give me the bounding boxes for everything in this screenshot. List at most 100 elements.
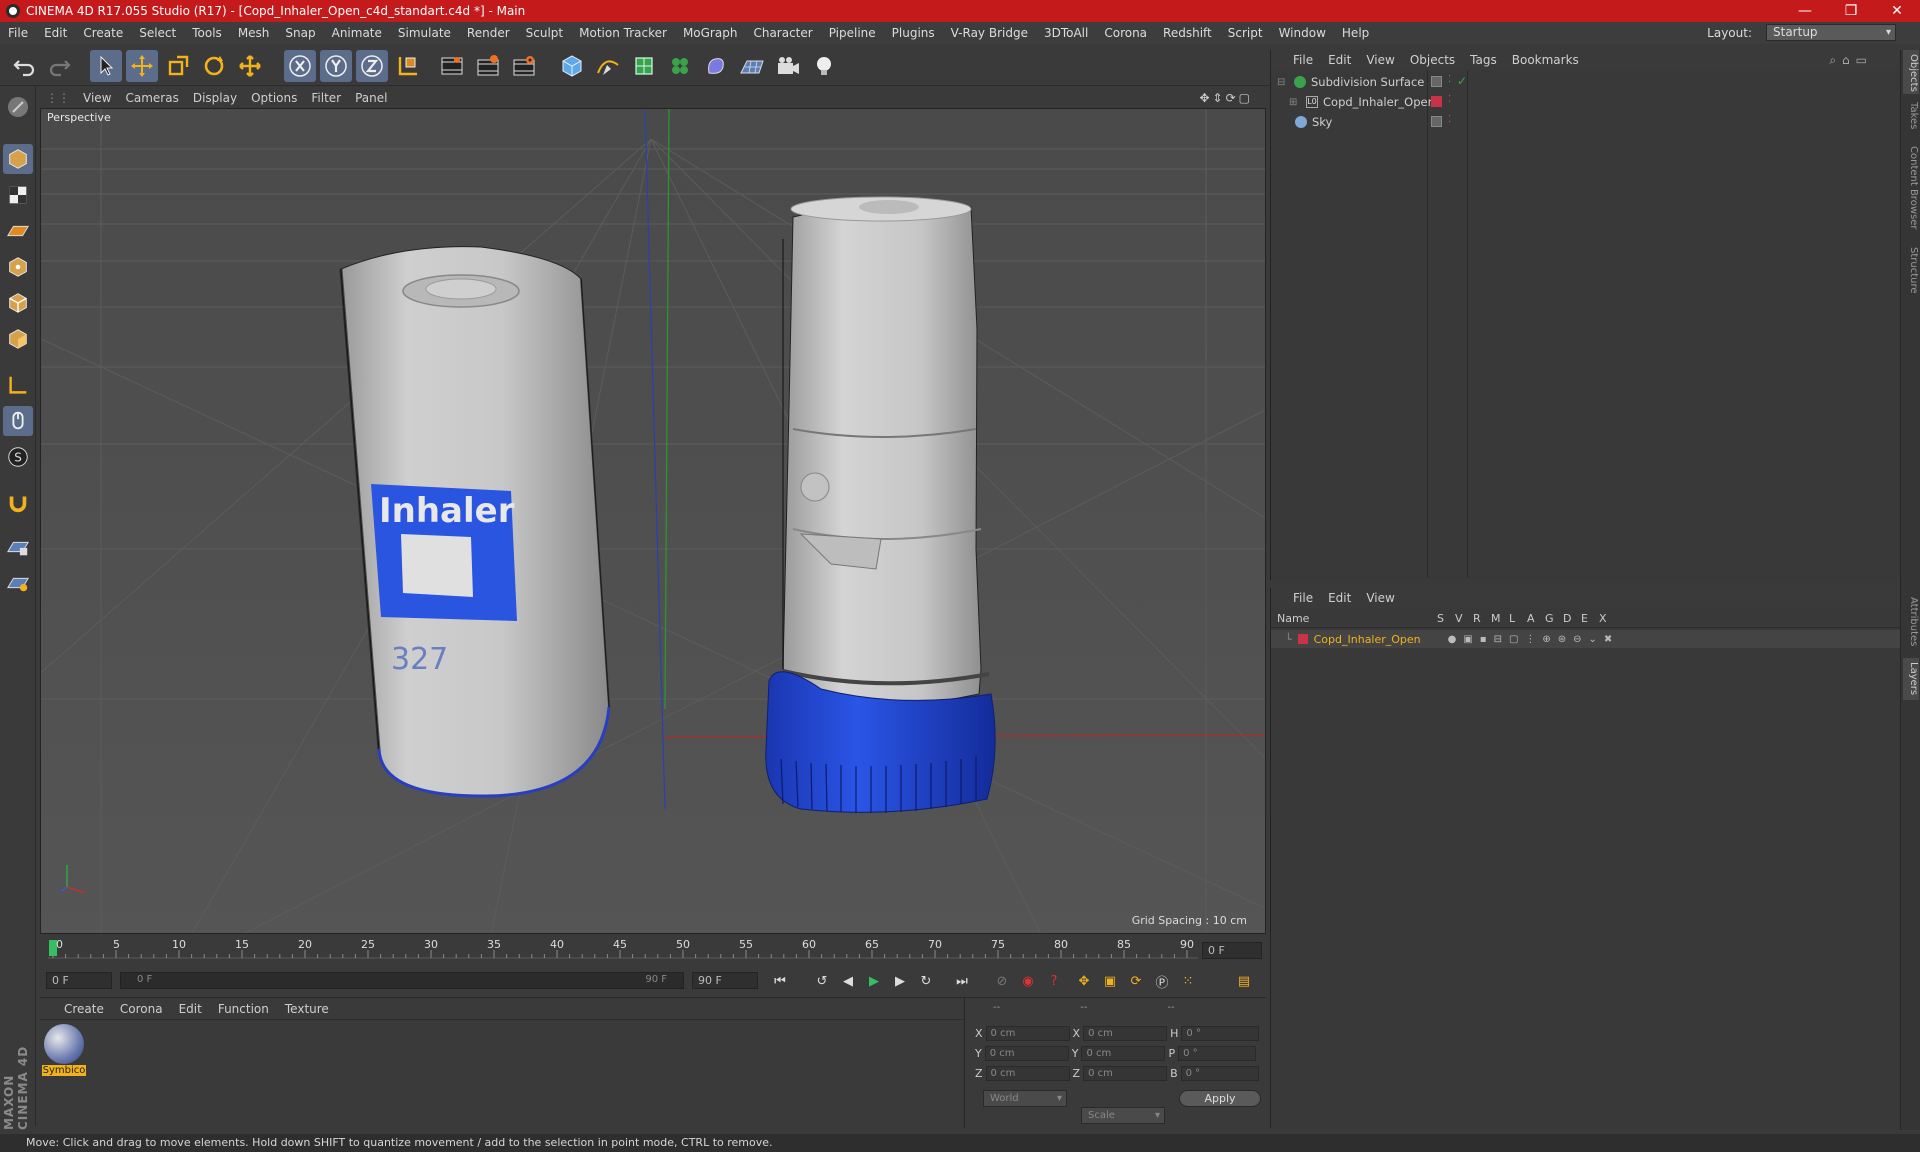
world-coords-icon[interactable] <box>392 50 424 82</box>
column-view[interactable]: V <box>1455 612 1473 625</box>
key-pla-icon[interactable]: ⁙ <box>1176 970 1200 992</box>
menu-3dtoall[interactable]: 3DToAll <box>1036 26 1096 40</box>
menu-simulate[interactable]: Simulate <box>390 26 459 40</box>
menu-help[interactable]: Help <box>1334 26 1377 40</box>
play-icon[interactable]: ▶ <box>862 970 886 992</box>
redo-icon[interactable] <box>44 50 76 82</box>
column-locked[interactable]: L <box>1509 612 1527 625</box>
x-axis-icon[interactable] <box>284 50 316 82</box>
menu-script[interactable]: Script <box>1220 26 1271 40</box>
menu-corona[interactable]: Corona <box>1096 26 1155 40</box>
current-frame-field[interactable]: 0 F <box>1202 942 1262 959</box>
polygons-mode-icon[interactable] <box>3 324 33 354</box>
layer-toggle-icons[interactable]: ●▣▪⊟▢⋮⊕⊛⊖⌄✖ <box>1448 634 1620 645</box>
next-frame-icon[interactable]: ▶ <box>888 970 912 992</box>
rotate-icon[interactable] <box>198 50 230 82</box>
tab-structure[interactable]: Structure <box>1903 240 1919 300</box>
object-manager-tools-icons[interactable]: ⌕⌂▭ <box>1829 53 1882 68</box>
position-z-field[interactable]: 0 cm <box>985 1066 1070 1081</box>
render-view-icon[interactable] <box>436 50 468 82</box>
object-menu-file[interactable]: File <box>1293 53 1322 67</box>
start-frame-field[interactable]: 0 F <box>46 972 112 989</box>
layer-icon[interactable] <box>1431 116 1442 127</box>
viewport-menu-panel[interactable]: Panel <box>348 91 394 105</box>
viewport-menu-filter[interactable]: Filter <box>304 91 348 105</box>
menu-create[interactable]: Create <box>75 26 131 40</box>
render-picture-icon[interactable] <box>472 50 504 82</box>
size-mode-dropdown[interactable]: Scale <box>1081 1107 1165 1124</box>
menu-file[interactable]: File <box>0 26 36 40</box>
menu-sculpt[interactable]: Sculpt <box>518 26 571 40</box>
size-z-field[interactable]: 0 cm <box>1083 1066 1168 1081</box>
menu-pipeline[interactable]: Pipeline <box>821 26 884 40</box>
record-active-icon[interactable]: ◉ <box>1016 970 1040 992</box>
material-menu-texture[interactable]: Texture <box>277 1002 337 1016</box>
object-menu-bookmarks[interactable]: Bookmarks <box>1512 53 1588 67</box>
layer-menu-view[interactable]: View <box>1366 591 1403 605</box>
visibility-dots-icon[interactable]: ⁚ <box>1448 74 1451 85</box>
column-xref[interactable]: X <box>1599 612 1617 625</box>
undo-icon[interactable] <box>8 50 40 82</box>
rotation-b-field[interactable]: 0 ° <box>1180 1066 1259 1081</box>
position-y-field[interactable]: 0 cm <box>984 1046 1069 1061</box>
menu-edit[interactable]: Edit <box>36 26 75 40</box>
edges-mode-icon[interactable] <box>3 288 33 318</box>
axis-mode-icon[interactable] <box>3 370 33 400</box>
material-swatch[interactable]: Symbico <box>42 1024 86 1080</box>
apply-button[interactable]: Apply <box>1179 1090 1261 1107</box>
menu-motion-tracker[interactable]: Motion Tracker <box>571 26 675 40</box>
object-row-sky[interactable]: Sky ⁚ <box>1271 112 1891 132</box>
previous-key-icon[interactable]: ↺ <box>810 970 834 992</box>
material-menu-corona[interactable]: Corona <box>112 1002 171 1016</box>
move-icon[interactable] <box>126 50 158 82</box>
rotation-h-field[interactable]: 0 ° <box>1181 1026 1260 1041</box>
column-solo[interactable]: S <box>1437 612 1455 625</box>
coordinate-system-dropdown[interactable]: World <box>983 1090 1067 1107</box>
layer-row[interactable]: └ Copd_Inhaler_Open ●▣▪⊟▢⋮⊕⊛⊖⌄✖ <box>1271 630 1901 648</box>
menu-select[interactable]: Select <box>131 26 184 40</box>
material-menu-create[interactable]: Create <box>56 1002 112 1016</box>
position-x-field[interactable]: 0 cm <box>985 1026 1070 1041</box>
close-button[interactable]: ✕ <box>1874 0 1920 22</box>
lock-workplane-icon[interactable] <box>3 532 33 562</box>
scale-icon[interactable] <box>162 50 194 82</box>
floor-icon[interactable] <box>736 50 768 82</box>
column-animation[interactable]: A <box>1527 612 1545 625</box>
pen-spline-icon[interactable] <box>592 50 624 82</box>
light-icon[interactable] <box>808 50 840 82</box>
menu-character[interactable]: Character <box>745 26 820 40</box>
layer-name[interactable]: Copd_Inhaler_Open <box>1314 633 1448 646</box>
material-menu-edit[interactable]: Edit <box>171 1002 210 1016</box>
menu-redshift[interactable]: Redshift <box>1155 26 1220 40</box>
column-deformers[interactable]: D <box>1563 612 1581 625</box>
object-row-subdivision[interactable]: ⊟ Subdivision Surface ⁚ ✓ <box>1271 72 1891 92</box>
select-arrow-icon[interactable] <box>90 50 122 82</box>
object-menu-tags[interactable]: Tags <box>1470 53 1506 67</box>
render-settings-icon[interactable] <box>508 50 540 82</box>
make-editable-icon[interactable] <box>3 92 33 122</box>
3d-viewport[interactable]: Inhaler 327 Perspective Grid Spacing: 1… <box>40 108 1266 934</box>
subdivision-icon[interactable] <box>628 50 660 82</box>
menu-plugins[interactable]: Plugins <box>884 26 943 40</box>
live-selection-icon[interactable] <box>234 50 266 82</box>
collapse-icon[interactable]: ⊟ <box>1277 77 1289 88</box>
key-scale-icon[interactable]: ▣ <box>1098 970 1122 992</box>
end-frame-field[interactable]: 90 F <box>692 972 758 989</box>
tweak-mode-icon[interactable] <box>3 406 33 436</box>
object-menu-edit[interactable]: Edit <box>1328 53 1360 67</box>
cube-icon[interactable] <box>556 50 588 82</box>
minimize-button[interactable]: — <box>1782 0 1828 22</box>
magnet-icon[interactable] <box>3 488 33 518</box>
deformer-icon[interactable] <box>700 50 732 82</box>
camera-icon[interactable] <box>772 50 804 82</box>
viewport-menu-cameras[interactable]: Cameras <box>118 91 185 105</box>
go-to-end-icon[interactable]: ⏭ <box>950 970 974 992</box>
menu-window[interactable]: Window <box>1271 26 1334 40</box>
next-key-icon[interactable]: ↻ <box>914 970 938 992</box>
previous-frame-icon[interactable]: ◀ <box>836 970 860 992</box>
frame-range-slider[interactable]: 0 F 90 F <box>120 972 684 989</box>
menu-vray-bridge[interactable]: V-Ray Bridge <box>943 26 1036 40</box>
layer-menu-edit[interactable]: Edit <box>1328 591 1360 605</box>
object-menu-view[interactable]: View <box>1366 53 1403 67</box>
key-parameter-icon[interactable]: Ⓟ <box>1150 970 1174 992</box>
